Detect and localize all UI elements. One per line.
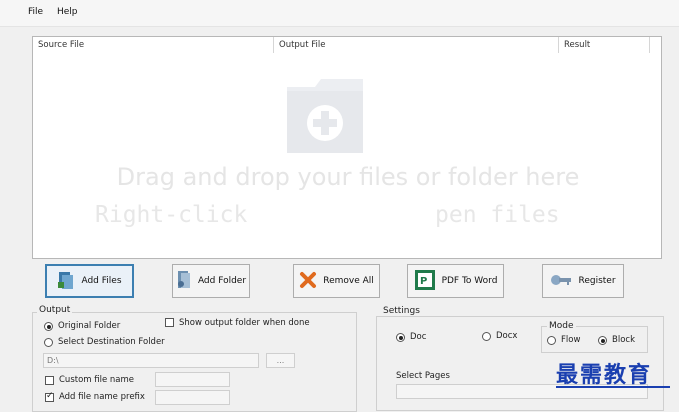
svg-text:P: P xyxy=(420,276,427,287)
column-separator xyxy=(558,37,559,53)
add-files-button[interactable]: Add Files xyxy=(45,264,134,298)
select-destination-radio[interactable] xyxy=(44,338,53,347)
file-list-panel[interactable]: Source File Output File Result Drag and … xyxy=(32,36,662,259)
select-destination-label[interactable]: Select Destination Folder xyxy=(58,337,165,347)
show-output-folder-label[interactable]: Show output folder when done xyxy=(179,318,310,328)
dropzone-hint: Drag and drop your files or folder here xyxy=(116,163,580,191)
menu-bar xyxy=(0,0,679,27)
dropzone-hint-open: pen files xyxy=(435,202,560,228)
column-source-file[interactable]: Source File xyxy=(38,37,84,53)
remove-x-icon xyxy=(299,271,317,292)
custom-file-name-checkbox[interactable] xyxy=(45,376,54,385)
format-doc-label[interactable]: Doc xyxy=(410,332,426,342)
key-icon xyxy=(550,272,572,291)
watermark-underline xyxy=(556,386,670,388)
watermark-text: 最需教育 xyxy=(556,362,653,388)
format-docx-radio[interactable] xyxy=(482,332,491,341)
add-folder-icon xyxy=(176,270,192,293)
pdf-to-word-button[interactable]: P PDF To Word xyxy=(407,264,504,298)
browse-button[interactable]: ... xyxy=(266,353,295,368)
original-folder-radio[interactable] xyxy=(44,322,53,331)
remove-all-button[interactable]: Remove All xyxy=(293,264,380,298)
custom-file-name-input[interactable] xyxy=(155,372,230,387)
dropzone-hint-rightclick: Right-click xyxy=(95,202,248,228)
column-result[interactable]: Result xyxy=(564,37,590,53)
remove-all-label: Remove All xyxy=(323,276,374,286)
add-files-icon xyxy=(57,270,75,293)
show-output-folder-checkbox[interactable] xyxy=(165,318,174,327)
column-separator xyxy=(649,37,650,53)
mode-flow-radio[interactable] xyxy=(547,336,556,345)
mode-block-radio[interactable] xyxy=(598,336,607,345)
format-docx-label[interactable]: Docx xyxy=(496,331,517,341)
add-folder-label: Add Folder xyxy=(197,276,247,286)
custom-file-name-label[interactable]: Custom file name xyxy=(59,375,134,385)
mode-group-title: Mode xyxy=(547,321,576,331)
add-folder-button[interactable]: Add Folder xyxy=(172,264,250,298)
add-files-label: Add Files xyxy=(81,276,122,286)
output-group-title: Output xyxy=(37,305,73,315)
destination-path-input[interactable]: D:\ xyxy=(43,353,259,368)
add-folder-plus-icon xyxy=(285,73,367,158)
pdf-to-word-label: PDF To Word xyxy=(441,276,498,286)
original-folder-label[interactable]: Original Folder xyxy=(58,321,120,331)
pdf-to-word-icon: P xyxy=(414,269,436,294)
settings-group-title: Settings xyxy=(381,306,422,316)
file-name-prefix-checkbox[interactable] xyxy=(45,391,54,402)
column-output-file[interactable]: Output File xyxy=(279,37,325,53)
select-pages-label: Select Pages xyxy=(396,371,450,381)
mode-flow-label[interactable]: Flow xyxy=(561,335,580,345)
file-name-prefix-label[interactable]: Add file name prefix xyxy=(59,392,145,402)
register-button[interactable]: Register xyxy=(542,264,624,298)
column-separator xyxy=(273,37,274,53)
menu-help[interactable]: Help xyxy=(57,7,78,17)
menu-file[interactable]: File xyxy=(28,7,43,17)
format-doc-radio[interactable] xyxy=(396,333,405,342)
mode-block-label[interactable]: Block xyxy=(612,335,635,345)
register-label: Register xyxy=(578,276,616,286)
